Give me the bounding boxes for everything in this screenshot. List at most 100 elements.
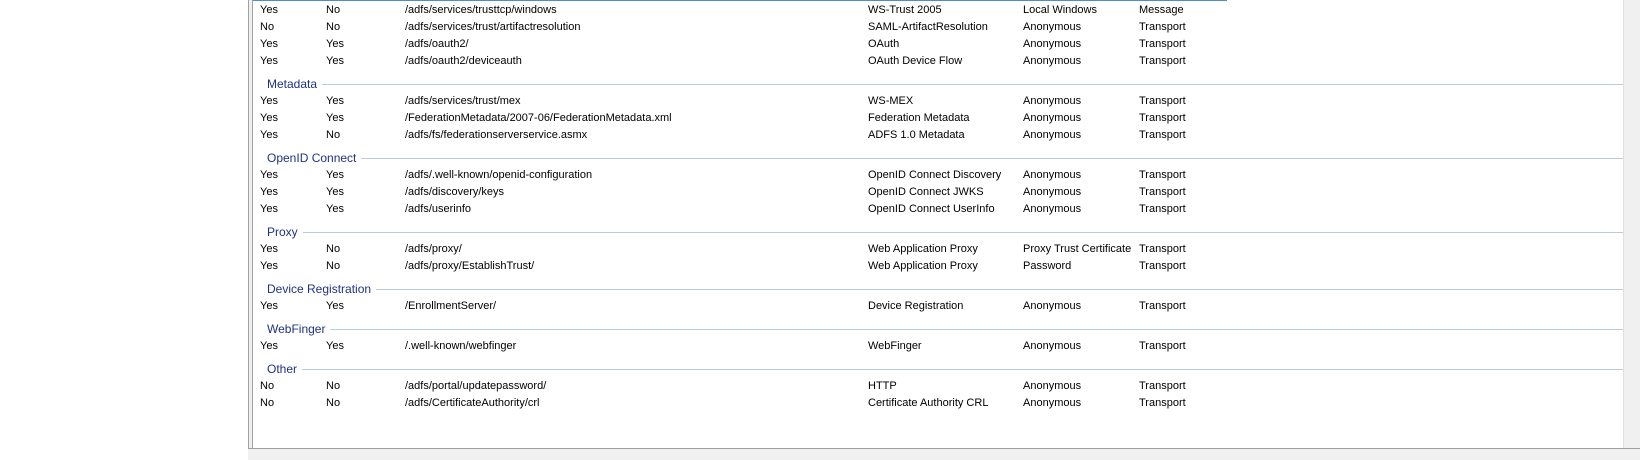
cell-security: Transport (1139, 55, 1186, 67)
cell-url: /FederationMetadata/2007-06/FederationMe… (405, 112, 672, 124)
cell-enabled: Yes (260, 95, 278, 107)
cell-auth: Anonymous (1023, 300, 1082, 312)
table-row[interactable]: Yes Yes /.well-known/webfinger WebFinger Ano… (253, 338, 1623, 355)
table-row[interactable]: No No/adfs/CertificateAuthority/crl Certif… (253, 395, 1623, 412)
cell-auth: Anonymous (1023, 112, 1082, 124)
table-row[interactable]: Yes Yes/adfs/userinfo OpenID Connect UserI… (253, 201, 1623, 218)
cell-url: /adfs/.well-known/openid-configuration (405, 169, 593, 181)
cell-auth: Anonymous (1023, 95, 1082, 107)
cell-enabled: Yes (260, 169, 278, 181)
cell-security: Transport (1139, 95, 1186, 107)
cell-auth: Anonymous (1023, 129, 1082, 141)
group-header[interactable]: WebFinger (253, 319, 1623, 339)
cell-proxy: Yes (326, 340, 344, 352)
group-header[interactable]: Device Registration (253, 279, 1623, 299)
cell-security: Transport (1139, 21, 1186, 33)
group-divider (267, 289, 1623, 290)
group-header[interactable]: Proxy (253, 222, 1623, 242)
cell-auth: Anonymous (1023, 397, 1082, 409)
cell-url: /adfs/oauth2/ (405, 38, 469, 50)
cell-auth: Anonymous (1023, 21, 1082, 33)
cell-type: OpenID Connect Discovery (868, 169, 1002, 181)
cell-type: OpenID Connect UserInfo (868, 203, 995, 215)
group-divider (267, 369, 1623, 370)
group-divider (267, 232, 1623, 233)
cell-url: /adfs/oauth2/deviceauth (405, 55, 522, 67)
cell-security: Transport (1139, 380, 1186, 392)
cell-url: /adfs/discovery/keys (405, 186, 505, 198)
cell-proxy: No (326, 4, 341, 16)
cell-proxy: Yes (326, 203, 344, 215)
cell-type: WS-MEX (868, 95, 914, 107)
cell-type: Web Application Proxy (868, 243, 978, 255)
cell-url: /adfs/fs/federationserverservice.asmx (405, 129, 588, 141)
cell-enabled: Yes (260, 203, 278, 215)
table-row[interactable]: Yes Yes/adfs/.well-known/openid-configura… (253, 167, 1623, 184)
cell-url: /EnrollmentServer/ (405, 300, 497, 312)
cell-url: /adfs/services/trusttcp/windows (405, 4, 557, 16)
cell-proxy: Yes (326, 300, 344, 312)
table-row[interactable]: Yes Yes/adfs/discovery/keys OpenID Connect… (253, 184, 1623, 201)
cell-url: /adfs/portal/updatepassword/ (405, 380, 547, 392)
cell-enabled: Yes (260, 112, 278, 124)
cell-proxy: No (326, 260, 341, 272)
cell-security: Transport (1139, 129, 1186, 141)
cell-url: /adfs/services/trust/mex (405, 95, 521, 107)
cell-type: Device Registration (868, 300, 964, 312)
cell-url: /adfs/services/trust/artifactresolution (405, 21, 581, 33)
cell-enabled: Yes (260, 38, 278, 50)
group-header[interactable]: OpenID Connect (253, 148, 1623, 168)
group-divider (267, 84, 1623, 85)
table-row[interactable]: Yes Yes/adfs/oauth2/deviceauth OAuth Devic… (253, 53, 1623, 70)
cell-auth: Anonymous (1023, 340, 1082, 352)
table-row[interactable]: Yes Yes/adfs/services/trust/mex WS-MEX Anon… (253, 93, 1623, 110)
cell-auth: Anonymous (1023, 169, 1082, 181)
cell-security: Transport (1139, 397, 1186, 409)
group-header[interactable]: Other (253, 359, 1623, 379)
cell-enabled: Yes (260, 186, 278, 198)
cell-security: Transport (1139, 186, 1186, 198)
cell-type: Web Application Proxy (868, 260, 978, 272)
cell-auth: Proxy Trust Certificate (1023, 243, 1132, 255)
endpoints-list-view[interactable]: Yes No/adfs/services/trusttcp/windows WS-T… (253, 0, 1623, 460)
cell-url: /.well-known/webfinger (405, 340, 517, 352)
table-row[interactable]: No No/adfs/services/trust/artifactresolut… (253, 19, 1623, 36)
cell-security: Transport (1139, 300, 1186, 312)
cell-auth: Password (1023, 260, 1072, 272)
cell-enabled: No (260, 21, 275, 33)
cell-proxy: Yes (326, 38, 344, 50)
horizontal-scrollbar[interactable] (248, 448, 1640, 460)
cell-security: Transport (1139, 169, 1186, 181)
cell-type: ADFS 1.0 Metadata (868, 129, 965, 141)
cell-enabled: Yes (260, 4, 278, 16)
table-row[interactable]: No No/adfs/portal/updatepassword/HTTP Anon… (253, 378, 1623, 395)
table-row[interactable]: Yes No/adfs/proxy/Web Application Proxy Pr… (253, 241, 1623, 258)
cell-type: OAuth Device Flow (868, 55, 963, 67)
table-row[interactable]: Yes No/adfs/fs/federationserverservice.as… (253, 127, 1623, 144)
cell-enabled: Yes (260, 129, 278, 141)
cell-enabled: Yes (260, 243, 278, 255)
table-row[interactable]: Yes Yes/adfs/oauth2/OAuth Anonymous Transpo… (253, 36, 1623, 53)
table-row[interactable]: Yes Yes/EnrollmentServer/Device Registrat… (253, 298, 1623, 315)
cell-security: Transport (1139, 112, 1186, 124)
cell-type: HTTP (868, 380, 897, 392)
group-divider (267, 329, 1623, 330)
cell-auth: Anonymous (1023, 186, 1082, 198)
cell-security: Transport (1139, 203, 1186, 215)
group-title: Other (267, 362, 303, 376)
cell-type: SAML-ArtifactResolution (868, 21, 988, 33)
group-title: Metadata (267, 77, 323, 91)
cell-security: Transport (1139, 38, 1186, 50)
table-row[interactable]: Yes No/adfs/proxy/EstablishTrust/Web Appl… (253, 258, 1623, 275)
column-header-edge (253, 0, 1227, 1)
table-row[interactable]: Yes No/adfs/services/trusttcp/windows WS-T… (253, 2, 1623, 19)
group-header[interactable]: Metadata (253, 74, 1623, 94)
cell-url: /adfs/proxy/EstablishTrust/ (405, 260, 535, 272)
group-title: WebFinger (267, 322, 331, 336)
table-row[interactable]: Yes Yes/FederationMetadata/2007-06/Federa… (253, 110, 1623, 127)
cell-type: OpenID Connect JWKS (868, 186, 984, 198)
cell-enabled: Yes (260, 55, 278, 67)
group-title: Proxy (267, 225, 303, 239)
vertical-scrollbar[interactable] (1623, 0, 1640, 448)
cell-proxy: No (326, 129, 341, 141)
